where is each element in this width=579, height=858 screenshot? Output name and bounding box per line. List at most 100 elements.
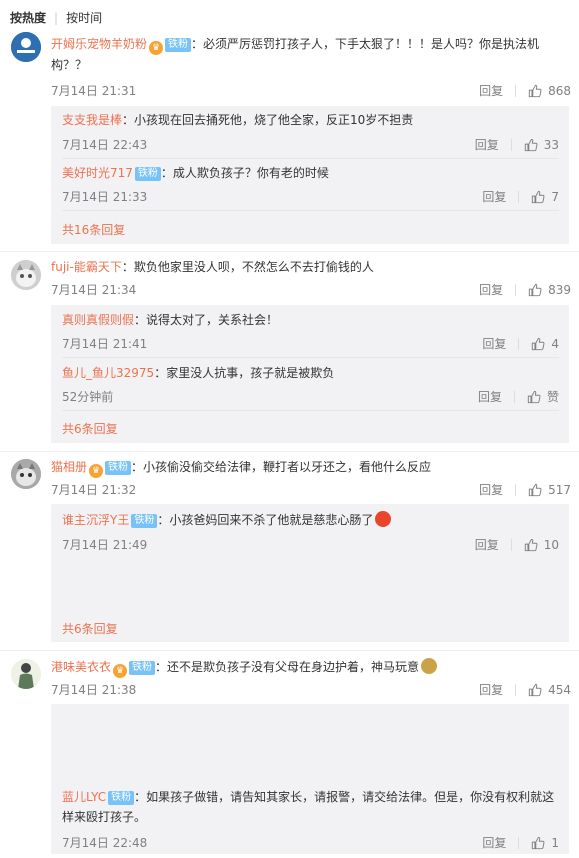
like-count[interactable]: 868 <box>548 84 571 98</box>
thumbs-up-icon[interactable] <box>528 683 542 697</box>
shrug-emoji-icon <box>421 658 438 674</box>
reply-text: 支支我是棒：小孩现在回去捅死他，烧了他全家，反正10岁不担责 <box>62 110 559 130</box>
reply-time: 7月14日 22:43 <box>62 138 148 152</box>
fans-badge: 铁粉 <box>134 167 161 181</box>
thumbs-up-icon[interactable] <box>531 337 545 351</box>
reply-username[interactable]: 谁主沉浮Y王 <box>62 513 129 527</box>
more-replies-link[interactable]: 共16条回复 <box>62 221 125 238</box>
more-replies-link[interactable]: 共6条回复 <box>62 420 118 437</box>
comment-time: 7月14日 21:34 <box>51 283 137 297</box>
brand-logo-icon <box>11 32 41 62</box>
action-divider <box>515 283 517 296</box>
reply-button[interactable]: 回复 <box>475 536 499 553</box>
reply-divider <box>62 357 559 358</box>
reply-username[interactable]: 支支我是棒 <box>62 113 122 127</box>
reply-button[interactable]: 回复 <box>479 481 503 498</box>
comment-username[interactable]: fuji-能霸天下 <box>51 260 122 274</box>
comment-actions: 回复 517 <box>479 481 571 498</box>
reply-body-line2: 样来殴打孩子。 <box>62 810 147 824</box>
cat-avatar-icon <box>11 260 41 290</box>
comment-time: 7月14日 21:32 <box>51 483 137 497</box>
person-avatar-icon <box>11 659 41 689</box>
fans-badge: 铁粉 <box>165 38 192 52</box>
reply-body-line1: ：如果孩子做错，请告知其家长，请报警，请交给法律。但是，你没有权利就这 <box>134 790 555 804</box>
thumbs-up-icon[interactable] <box>531 836 545 850</box>
like-count[interactable]: 839 <box>548 283 571 297</box>
reply-username[interactable]: 鱼儿_鱼儿32975 <box>62 366 154 380</box>
reply-actions: 回复 33 <box>475 136 559 153</box>
reply-text: 真则真假则假：说得太对了，关系社会！ <box>62 310 559 330</box>
reply-button[interactable]: 回复 <box>479 681 503 698</box>
thumbs-up-icon[interactable] <box>531 190 545 204</box>
thumbs-up-icon[interactable] <box>528 483 542 497</box>
thumbs-up-icon[interactable] <box>524 138 538 152</box>
reply-actions: 回复 10 <box>475 536 559 553</box>
action-divider <box>515 84 517 97</box>
reply-button[interactable]: 回复 <box>475 136 499 153</box>
comment-username[interactable]: 开姆乐宠物羊奶粉 <box>51 37 147 51</box>
fans-badge: 铁粉 <box>129 661 156 675</box>
reply-text: 美好时光717 铁粉 ：成人欺负孩子？你有老的时候 <box>62 163 559 183</box>
reply-actions: 回复 1 <box>482 834 559 851</box>
sort-by-time-tab[interactable]: 按时间 <box>66 9 102 26</box>
like-count[interactable]: 赞 <box>547 388 559 405</box>
action-divider <box>515 483 517 496</box>
reply-button[interactable]: 回复 <box>479 82 503 99</box>
more-replies-link[interactable]: 共6条回复 <box>62 620 118 637</box>
thumbs-up-icon[interactable] <box>524 538 538 552</box>
reply-time: 52分钟前 <box>62 390 114 404</box>
comment-time: 7月14日 21:31 <box>51 84 137 98</box>
action-divider <box>513 390 515 403</box>
thumbs-up-icon[interactable] <box>528 283 542 297</box>
action-divider <box>518 337 520 350</box>
reply-button[interactable]: 回复 <box>482 188 506 205</box>
comment-actions: 回复 868 <box>479 82 571 99</box>
sort-by-hot-tab[interactable]: 按热度 <box>10 9 46 26</box>
reply-username[interactable]: 蓝儿LYC <box>62 790 106 804</box>
reply-button[interactable]: 回复 <box>478 388 502 405</box>
comment-time: 7月14日 21:38 <box>51 683 137 697</box>
reply-actions: 回复 赞 <box>478 388 559 405</box>
comment-body: ：欺负他家里没人呗，不然怎么不去打偷钱的人 <box>121 260 374 274</box>
comment-body-line1: ：必须严厉惩罚打孩子人，下手太狠了！！！是人吗？你是执法机 <box>191 37 540 51</box>
comment-divider <box>0 251 579 252</box>
reply-button[interactable]: 回复 <box>479 281 503 298</box>
comment-username[interactable]: 猫相册 <box>51 460 87 474</box>
reply-button[interactable]: 回复 <box>482 834 506 851</box>
fans-badge: 铁粉 <box>131 514 158 528</box>
comment-body: ：小孩偷没偷交给法律，鞭打者以牙还之，看他什么反应 <box>131 460 432 474</box>
like-count[interactable]: 454 <box>548 683 571 697</box>
like-count[interactable]: 33 <box>544 138 559 152</box>
reply-time: 7月14日 21:33 <box>62 190 148 204</box>
reply-actions: 回复 4 <box>482 335 559 352</box>
action-divider <box>515 683 517 696</box>
action-divider <box>518 836 520 849</box>
like-count[interactable]: 10 <box>544 538 559 552</box>
reply-actions: 回复 7 <box>482 188 559 205</box>
avatar[interactable] <box>11 260 41 290</box>
like-count[interactable]: 1 <box>551 836 559 850</box>
comment-divider <box>0 650 579 651</box>
reply-body: ：成人欺负孩子？你有老的时候 <box>160 166 329 180</box>
comment-body-line2: 构？？ <box>51 58 88 72</box>
reply-username[interactable]: 真则真假则假 <box>62 313 134 327</box>
reply-time: 7月14日 21:41 <box>62 337 148 351</box>
sort-bar: 按热度 | 按时间 <box>10 9 102 26</box>
avatar[interactable] <box>11 459 41 489</box>
reply-body: ：小孩爸妈回来不杀了他就是慈悲心肠了 <box>157 513 374 527</box>
comment-body: ：还不是欺负孩子没有父母在身边护着，神马玩意 <box>155 660 420 674</box>
like-count[interactable]: 4 <box>551 337 559 351</box>
fans-badge: 铁粉 <box>105 461 132 475</box>
thumbs-up-icon[interactable] <box>528 84 542 98</box>
like-count[interactable]: 7 <box>551 190 559 204</box>
avatar[interactable] <box>11 32 41 62</box>
reply-username[interactable]: 美好时光717 <box>62 166 133 180</box>
cat-avatar-icon <box>11 459 41 489</box>
vip-crown-icon: ♛ <box>89 464 104 478</box>
avatar[interactable] <box>11 659 41 689</box>
reply-time: 7月14日 21:49 <box>62 538 148 552</box>
thumbs-up-icon[interactable] <box>527 390 541 404</box>
comment-username[interactable]: 港味美衣衣 <box>51 660 111 674</box>
reply-button[interactable]: 回复 <box>482 335 506 352</box>
like-count[interactable]: 517 <box>548 483 571 497</box>
